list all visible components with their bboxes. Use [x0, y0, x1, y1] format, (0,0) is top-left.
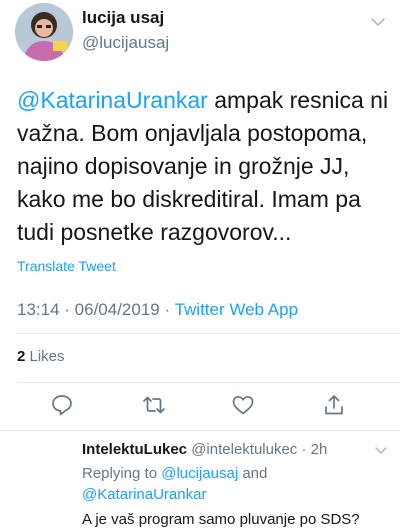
reply-author-handle[interactable]: @intelektulukec	[187, 441, 297, 458]
likes-count[interactable]: 2 Likes	[17, 348, 65, 365]
meta-separator: ·	[297, 441, 311, 458]
chevron-down-icon[interactable]	[372, 441, 390, 459]
comment-icon[interactable]	[49, 392, 75, 418]
divider	[17, 382, 400, 383]
author-name[interactable]: lucija usaj	[82, 8, 164, 28]
tweet-source[interactable]: Twitter Web App	[175, 300, 298, 319]
tweet-meta: 13:14 · 06/04/2019 · Twitter Web App	[17, 300, 298, 320]
reply-avatar[interactable]	[16, 441, 64, 489]
meta-separator: ·	[59, 300, 75, 319]
heart-icon[interactable]	[230, 392, 256, 418]
replying-prefix: Replying to	[82, 465, 162, 482]
divider	[17, 333, 400, 334]
share-icon[interactable]	[321, 392, 347, 418]
reply-tweet[interactable]: IntelektuLukec @intelektulukec · 2h Repl…	[0, 431, 400, 532]
meta-separator: ·	[159, 300, 175, 319]
tweet-time[interactable]: 13:14	[17, 300, 60, 319]
retweet-icon[interactable]	[141, 392, 167, 418]
reply-header: IntelektuLukec @intelektulukec · 2h	[82, 441, 327, 458]
translate-tweet-link[interactable]: Translate Tweet	[17, 258, 116, 274]
chevron-down-icon[interactable]	[368, 12, 388, 32]
reply-author-name[interactable]: IntelektuLukec	[82, 441, 187, 458]
tweet-text: @KatarinaUrankar ampak resnica ni važna.…	[17, 84, 392, 249]
author-avatar[interactable]	[15, 3, 73, 61]
reply-text: A je vaš program samo pluvanje po SDS?	[82, 511, 360, 528]
mention-link[interactable]: @KatarinaUrankar	[17, 87, 208, 113]
author-handle[interactable]: @lucijausaj	[82, 33, 169, 53]
mention-link[interactable]: @KatarinaUrankar	[82, 486, 206, 503]
tweet-date[interactable]: 06/04/2019	[75, 300, 160, 319]
replying-to: Replying to @lucijausaj and @KatarinaUran…	[82, 463, 382, 505]
tweet: lucija usaj @lucijausaj @KatarinaUrankar…	[0, 0, 400, 431]
reply-time[interactable]: 2h	[311, 441, 328, 458]
replying-and: and	[238, 465, 268, 482]
likes-label: Likes	[25, 348, 65, 365]
mention-link[interactable]: @lucijausaj	[161, 465, 238, 482]
